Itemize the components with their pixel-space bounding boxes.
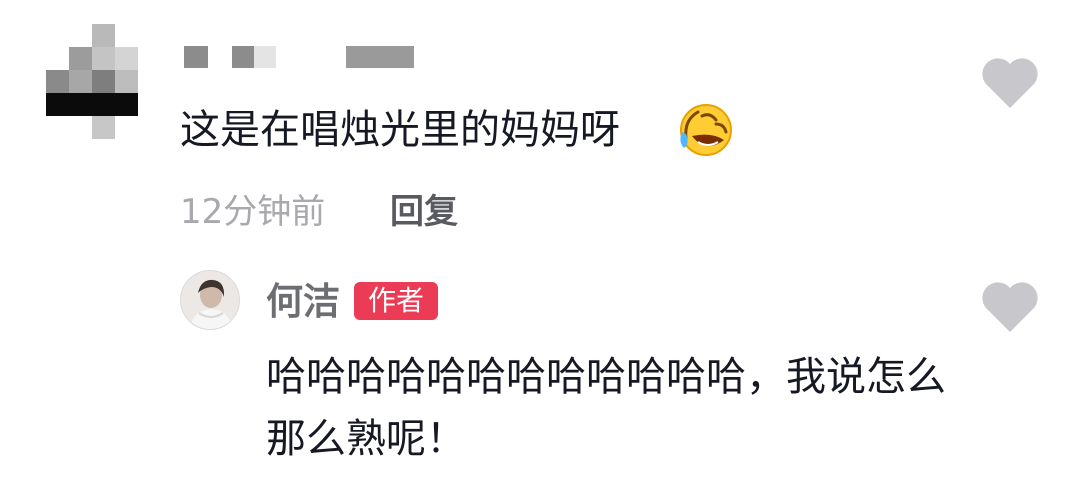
author-avatar[interactable] [180, 270, 240, 330]
author-avatar-image [181, 271, 239, 329]
commenter-username-redacted [254, 46, 276, 68]
commenter-username-redacted[interactable] [184, 46, 208, 68]
comment-timestamp: 12分钟前 [180, 192, 326, 232]
commenter-username-redacted [346, 46, 414, 68]
author-username[interactable]: 何洁 [266, 278, 340, 326]
reply-text: 哈哈哈哈哈哈哈哈哈哈哈哈，我说怎么那么熟呢！ [266, 354, 946, 462]
heart-icon[interactable] [980, 280, 1040, 334]
reply-button[interactable]: 回复 [390, 190, 458, 234]
commenter-username-redacted [232, 46, 254, 68]
comment-thread: 这是在唱烛光里的妈妈呀 12分钟前 回复 何洁 作者 哈哈哈哈哈哈哈哈哈哈哈哈，… [0, 0, 1080, 482]
heart-icon[interactable] [980, 56, 1040, 110]
comment-text: 这是在唱烛光里的妈妈呀 [180, 107, 620, 153]
rolling-on-floor-laughing-emoji [680, 104, 732, 156]
author-badge: 作者 [354, 282, 438, 320]
commenter-avatar[interactable] [46, 24, 138, 139]
